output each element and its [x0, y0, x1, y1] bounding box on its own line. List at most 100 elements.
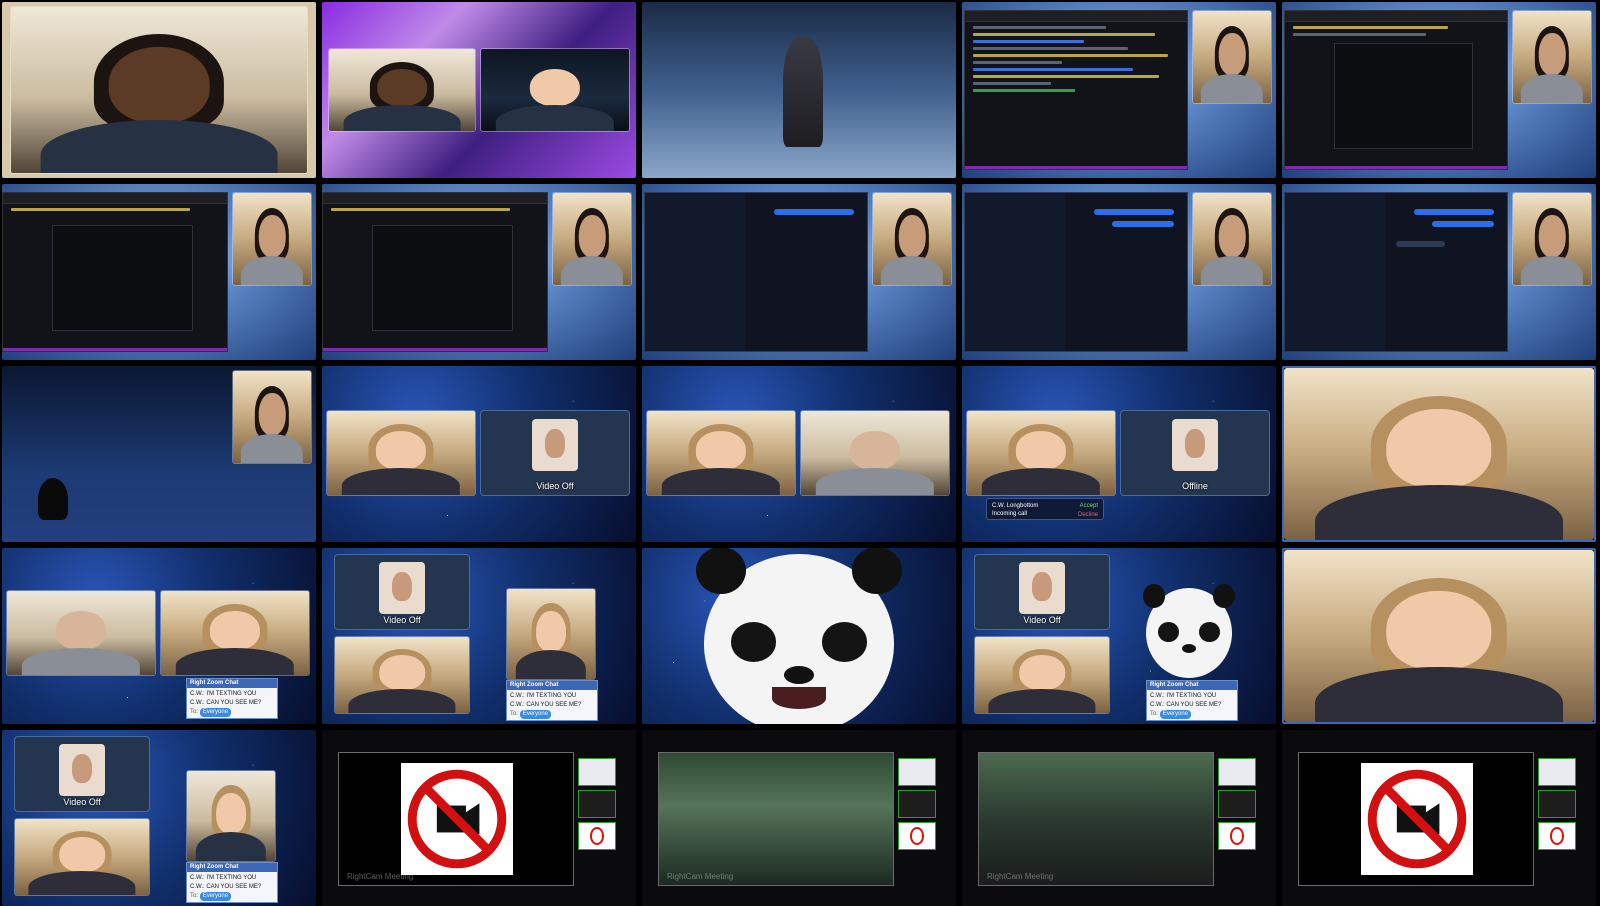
- participant-video: [872, 192, 952, 286]
- tile-r1c2: [322, 2, 636, 178]
- video-off-label: Video Off: [536, 481, 574, 491]
- chat-to-label: To:: [190, 893, 199, 899]
- participant-video: [160, 590, 310, 676]
- video-off-tile: Video Off: [14, 736, 150, 812]
- tile-r2c5: [1282, 184, 1596, 360]
- participant-video: [328, 48, 476, 132]
- thumbnail-no-video: [898, 822, 936, 850]
- code-editor-window: [1284, 10, 1508, 170]
- chat-to-label: To:: [190, 709, 199, 715]
- chat-recipient-select[interactable]: Everyone: [1159, 710, 1192, 719]
- video-off-tile: Video Off: [334, 554, 470, 630]
- thumbnail-no-video: [1538, 822, 1576, 850]
- participant-video: [974, 636, 1110, 714]
- no-video-icon: [401, 763, 513, 875]
- tile-r4c5: [1282, 548, 1596, 724]
- chat-window: Right Zoom Chat C.W.: I'M TEXTING YOU C.…: [1146, 680, 1238, 721]
- participant-video: [800, 410, 950, 496]
- code-editor-window: [964, 10, 1188, 170]
- tile-r3c1: [2, 366, 316, 542]
- main-video-stage: RightCam Meeting: [338, 752, 574, 886]
- decline-call-button[interactable]: Decline: [1078, 511, 1098, 519]
- participant-video: [966, 410, 1116, 496]
- messages-window: [644, 192, 868, 352]
- chat-window: Right Zoom Chat C.W.: I'M TEXTING YOU C.…: [186, 862, 278, 903]
- profile-photo: [379, 562, 425, 615]
- thumbnail-camera: [578, 790, 616, 818]
- chat-message: C.W.: CAN YOU SEE ME?: [1150, 702, 1222, 708]
- chat-to-label: To:: [1150, 711, 1159, 717]
- video-off-tile: Video Off: [974, 554, 1110, 630]
- participant-video: [1512, 10, 1592, 104]
- chat-message: C.W.: CAN YOU SEE ME?: [510, 702, 582, 708]
- profile-photo: [532, 419, 578, 472]
- tile-r2c4: [962, 184, 1276, 360]
- tile-r4c1: Right Zoom Chat C.W.: I'M TEXTING YOU C.…: [2, 548, 316, 724]
- game-character: [783, 37, 824, 148]
- video-off-label: Video Off: [383, 615, 421, 625]
- chat-to-label: To:: [510, 711, 519, 717]
- main-video-stage: [1298, 752, 1534, 886]
- profile-photo: [1019, 562, 1065, 615]
- participant-video: [232, 370, 312, 464]
- code-editor-window: [2, 192, 228, 352]
- chat-window: Right Zoom Chat C.W.: I'M TEXTING YOU C.…: [506, 680, 598, 721]
- tile-r5c1: Video Off Right Zoom Chat C.W.: I'M TEXT…: [2, 730, 316, 906]
- chat-window: Right Zoom Chat C.W.: I'M TEXTING YOU C.…: [186, 678, 278, 719]
- participant-video: [1192, 10, 1272, 104]
- watermark-text: RightCam Meeting: [347, 872, 414, 881]
- montage-grid: Video Off Offline C.W. Longbottom Incomi…: [0, 0, 1600, 906]
- chat-title: Right Zoom Chat: [1147, 681, 1237, 690]
- chat-recipient-select[interactable]: Everyone: [519, 710, 552, 719]
- messages-window: [964, 192, 1188, 352]
- watermark-text: RightCam Meeting: [667, 872, 734, 881]
- accept-call-button[interactable]: Accept: [1080, 502, 1098, 510]
- tile-r3c3: [642, 366, 956, 542]
- raven-image: [38, 478, 68, 520]
- thumbnail-chat: [1218, 758, 1256, 786]
- tile-r2c1: [2, 184, 316, 360]
- chat-recipient-select[interactable]: Everyone: [199, 708, 232, 717]
- profile-photo: [1172, 419, 1218, 472]
- participant-video: [6, 590, 156, 676]
- panda-animoji: [1142, 584, 1236, 678]
- tile-r4c2: Video Off Right Zoom Chat C.W.: I'M TEXT…: [322, 548, 636, 724]
- thumbnail-no-video: [578, 822, 616, 850]
- thumbnail-camera: [1538, 790, 1576, 818]
- incoming-call-card: C.W. Longbottom Incoming call Accept Dec…: [986, 498, 1104, 520]
- tile-r5c5: [1282, 730, 1596, 906]
- profile-photo: [59, 744, 105, 797]
- video-off-label: Video Off: [63, 797, 101, 807]
- participant-video: [1512, 192, 1592, 286]
- thumbnail-camera: [1218, 790, 1256, 818]
- participant-video: [1284, 368, 1594, 540]
- participant-video: [646, 410, 796, 496]
- participant-video: [14, 818, 150, 896]
- chat-message: C.W.: I'M TEXTING YOU: [510, 693, 577, 699]
- participant-video: [506, 588, 596, 680]
- panda-animoji: [696, 548, 902, 724]
- thumbnail-chat: [578, 758, 616, 786]
- offline-tile: Offline: [1120, 410, 1270, 496]
- tile-r5c3: RightCam Meeting: [642, 730, 956, 906]
- thumbnail-strip: [898, 758, 936, 854]
- no-video-icon: [1361, 763, 1473, 875]
- tile-r1c4: [962, 2, 1276, 178]
- chat-message: C.W.: CAN YOU SEE ME?: [190, 700, 262, 706]
- tile-r3c4: Offline C.W. Longbottom Incoming call Ac…: [962, 366, 1276, 542]
- thumbnail-chat: [898, 758, 936, 786]
- chat-title: Right Zoom Chat: [187, 863, 277, 872]
- watermark-text: RightCam Meeting: [987, 872, 1054, 881]
- thumbnail-no-video: [1218, 822, 1256, 850]
- thumbnail-camera: [898, 790, 936, 818]
- thumbnail-strip: [1218, 758, 1256, 854]
- participant-video: [1192, 192, 1272, 286]
- chat-message: C.W.: I'M TEXTING YOU: [190, 691, 257, 697]
- participant-video: [232, 192, 312, 286]
- tile-r4c3: [642, 548, 956, 724]
- tile-r1c5: [1282, 2, 1596, 178]
- tile-r2c2: [322, 184, 636, 360]
- thumbnail-strip: [578, 758, 616, 854]
- chat-title: Right Zoom Chat: [507, 681, 597, 690]
- participant-video: [10, 6, 308, 174]
